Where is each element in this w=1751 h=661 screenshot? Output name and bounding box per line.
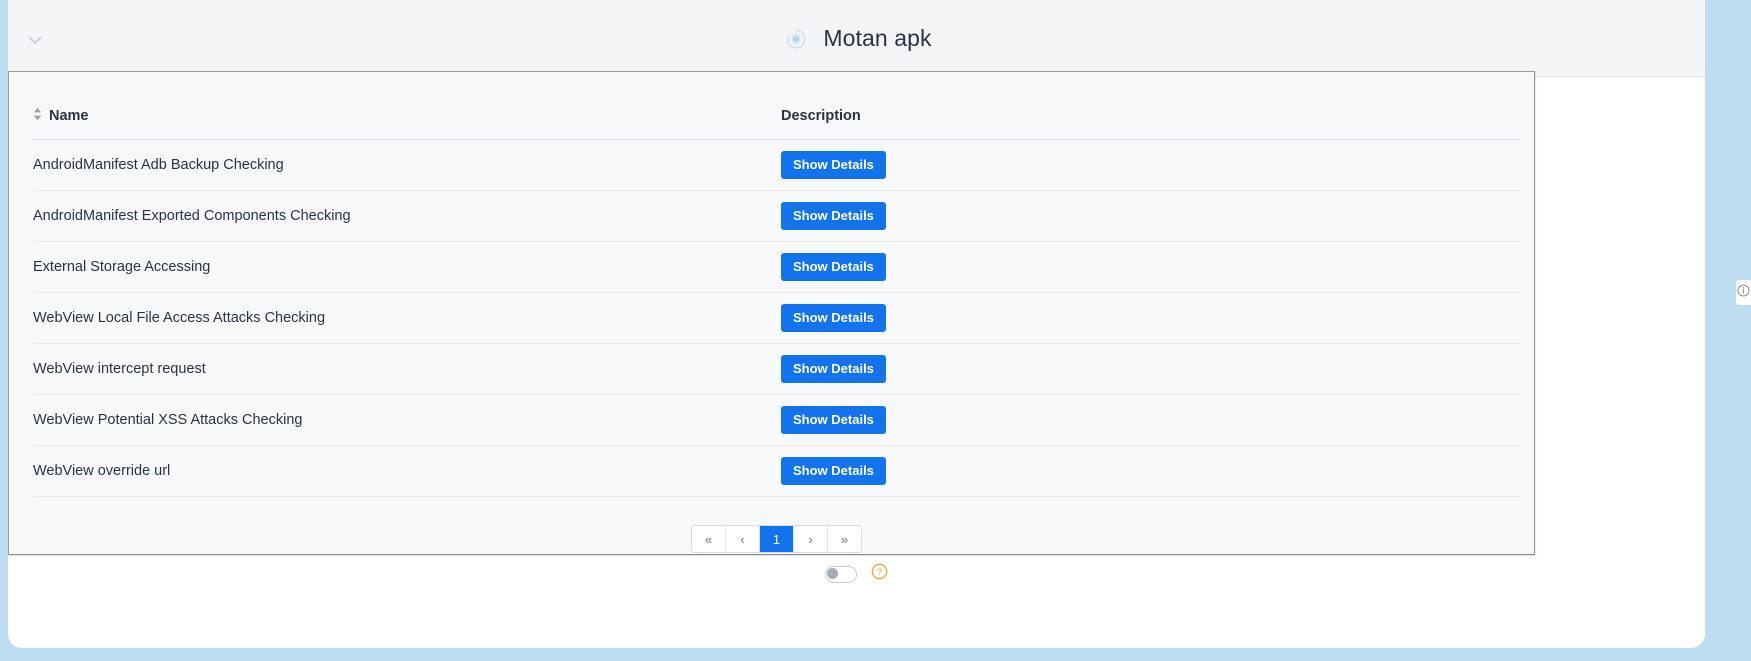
radar-scan-icon [781,24,811,54]
toggle-knob [827,567,838,579]
chevron-down-icon[interactable] [24,29,46,51]
info-panel-tab[interactable] [1736,280,1751,305]
table-panel-wrap: Name Description AndroidManifest Adb Bac… [8,71,1535,555]
column-header-name[interactable]: Name [33,107,781,125]
table-row: WebView Local File Access Attacks Checki… [33,293,1520,344]
row-name: WebView intercept request [33,361,206,377]
row-description: Show Details [781,151,1520,179]
table-row: WebView intercept request Show Details [33,344,1520,395]
row-name: AndroidManifest Adb Backup Checking [33,157,284,173]
footer-bar: ? [8,556,1705,592]
results-table-panel: Name Description AndroidManifest Adb Bac… [8,71,1535,555]
svg-text:?: ? [877,567,882,578]
table-row: WebView override url Show Details [33,446,1520,497]
table-row: WebView Potential XSS Attacks Checking S… [33,395,1520,446]
row-name: External Storage Accessing [33,259,211,275]
pagination: « ‹ 1 › » [691,525,862,553]
row-description: Show Details [781,355,1520,383]
row-name: WebView Potential XSS Attacks Checking [33,412,303,428]
table-row: External Storage Accessing Show Details [33,242,1520,293]
show-details-button[interactable]: Show Details [781,151,886,179]
show-details-button[interactable]: Show Details [781,253,886,281]
pagination-last[interactable]: » [828,526,861,552]
table-row: AndroidManifest Exported Components Chec… [33,191,1520,242]
show-details-button[interactable]: Show Details [781,304,886,332]
column-header-description: Description [781,108,1520,124]
show-details-button[interactable]: Show Details [781,202,886,230]
row-name: WebView Local File Access Attacks Checki… [33,310,326,326]
info-circle-icon [1737,284,1750,302]
column-header-description-label: Description [781,107,861,124]
row-description: Show Details [781,457,1520,485]
page-header: Motan apk [8,0,1705,77]
row-name: AndroidManifest Exported Components Chec… [33,208,351,224]
row-description: Show Details [781,202,1520,230]
settings-toggle[interactable] [825,565,857,583]
page-surface: Motan apk Name Description AndroidManife… [8,0,1705,648]
page-title: Motan apk [823,25,932,51]
show-details-button[interactable]: Show Details [781,406,886,434]
row-description: Show Details [781,406,1520,434]
table-header-row: Name Description [33,92,1520,140]
table-row: AndroidManifest Adb Backup Checking Show… [33,140,1520,191]
column-header-name-label: Name [49,107,89,124]
question-circle-icon[interactable]: ? [871,563,888,585]
pagination-first[interactable]: « [692,526,726,552]
app-frame: Motan apk Name Description AndroidManife… [0,0,1751,661]
row-description: Show Details [781,253,1520,281]
show-details-button[interactable]: Show Details [781,355,886,383]
row-description: Show Details [781,304,1520,332]
pagination-next[interactable]: › [794,526,828,552]
row-name: WebView override url [33,463,171,479]
title-block: Motan apk [8,0,1705,77]
pagination-wrap: « ‹ 1 › » [33,525,1520,553]
pagination-page-1[interactable]: 1 [760,526,794,552]
show-details-button[interactable]: Show Details [781,457,886,485]
pagination-prev[interactable]: ‹ [726,526,760,552]
sort-updown-icon[interactable] [33,107,42,125]
